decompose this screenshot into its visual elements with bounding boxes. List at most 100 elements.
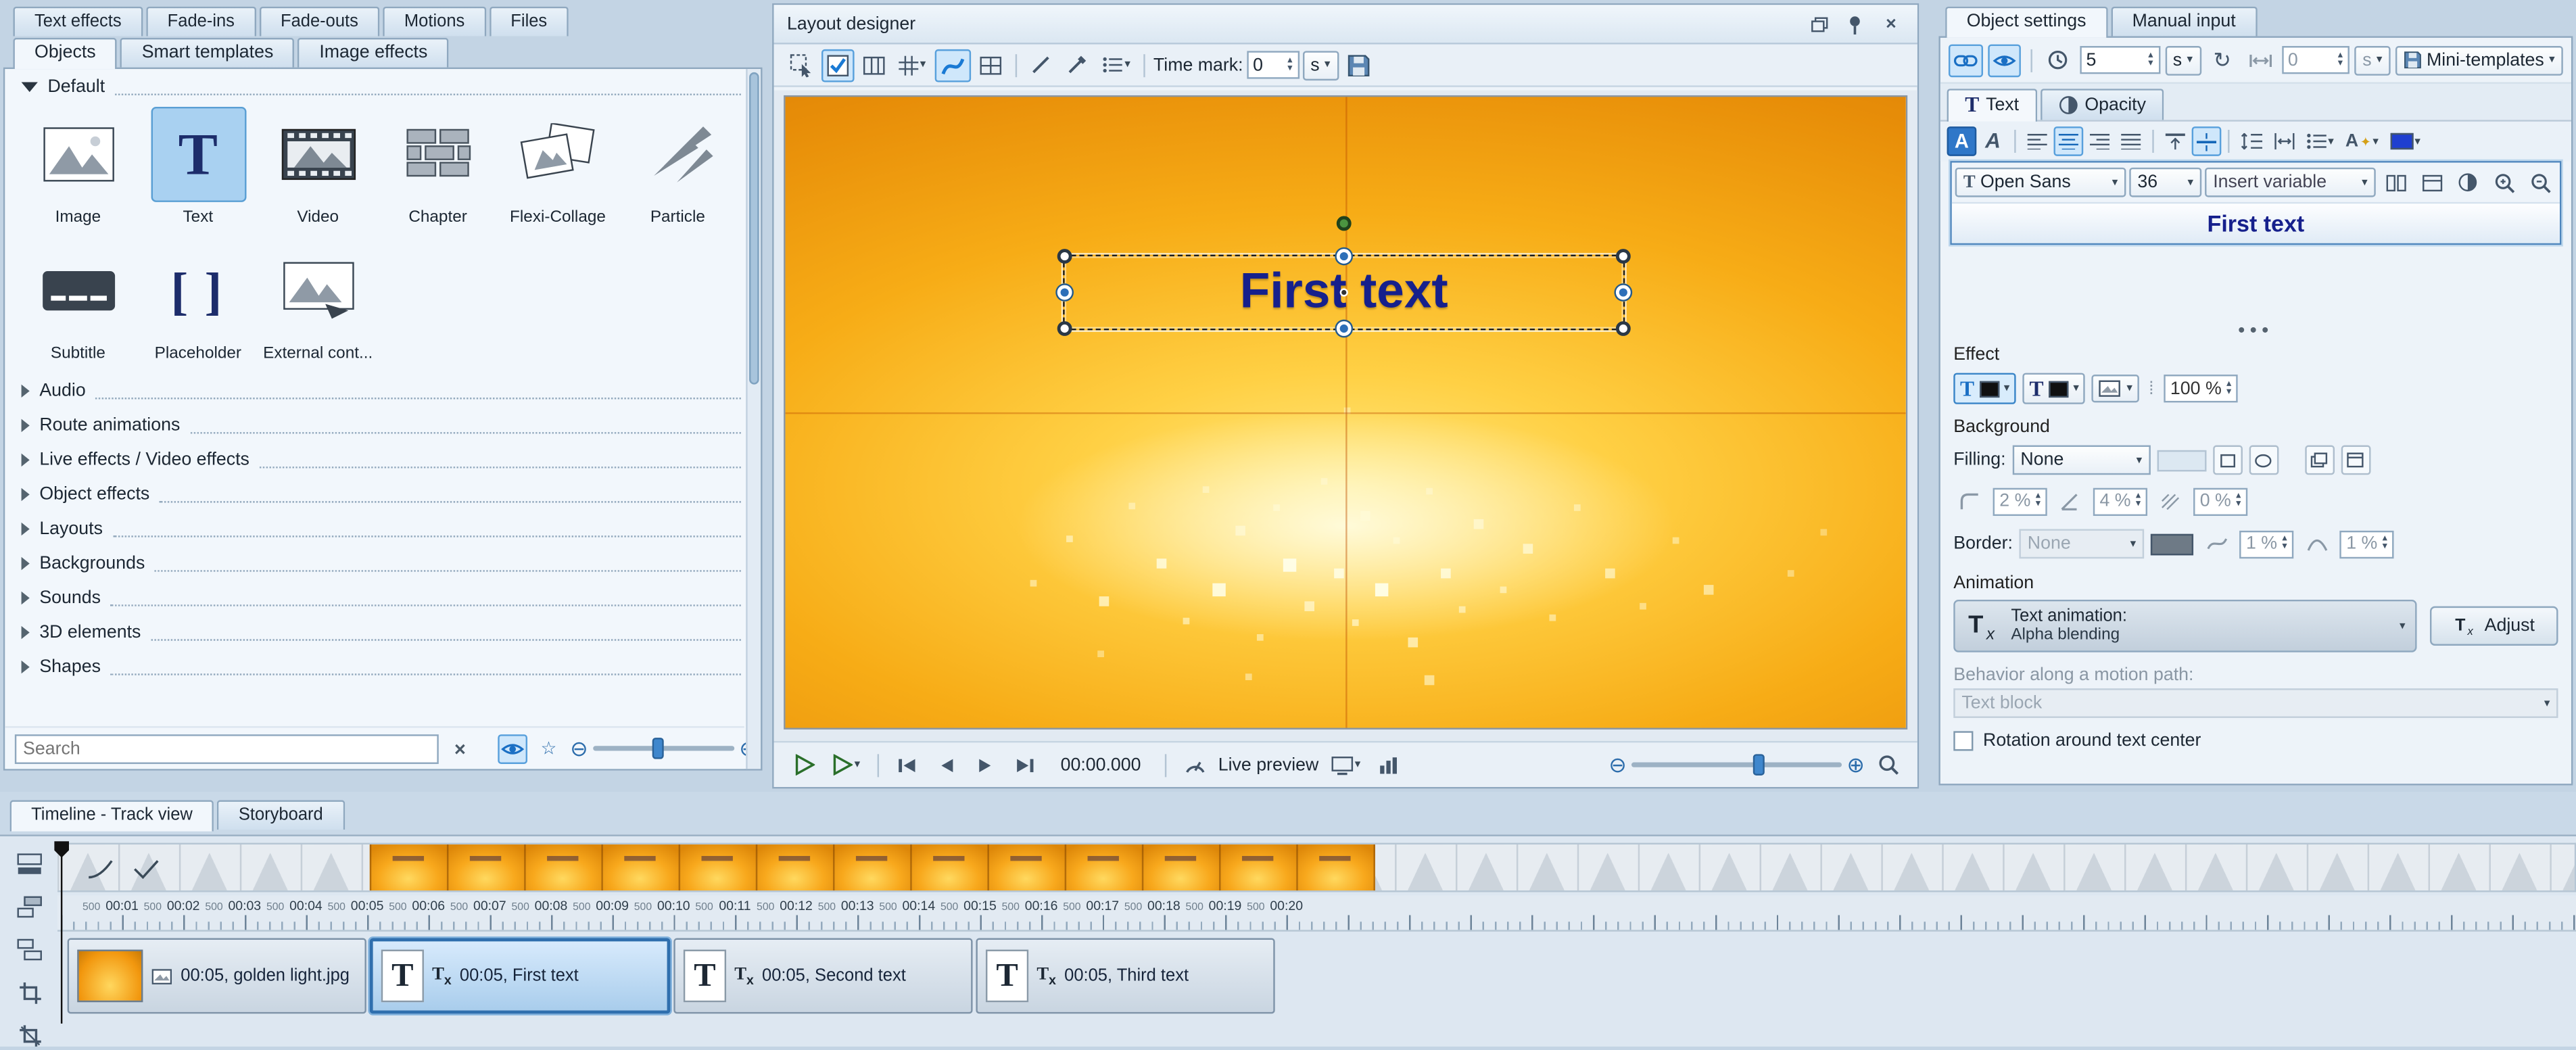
tab-motions[interactable]: Motions [383, 7, 486, 37]
curve-path-icon[interactable] [934, 49, 970, 82]
tab-storyboard[interactable]: Storyboard [217, 800, 344, 830]
fade-out-curve-icon[interactable] [133, 859, 160, 879]
text-object-selection[interactable]: First text [1063, 255, 1625, 331]
splitter-handle[interactable]: ••• [1940, 324, 2571, 337]
playhead[interactable] [61, 843, 62, 1024]
rotation-handle[interactable] [1337, 216, 1352, 231]
section-layouts[interactable]: Layouts [5, 511, 761, 546]
border-dropdown[interactable]: None▾ [2020, 529, 2145, 558]
object-external-content[interactable]: External cont... [258, 243, 378, 363]
duration-unit-dropdown[interactable]: s▾ [2165, 45, 2201, 75]
valign-top-button[interactable] [2160, 126, 2190, 156]
clip-first-text[interactable]: T Tx 00:05, First text [370, 938, 671, 1014]
zoom-fit-icon[interactable] [1871, 748, 1905, 782]
grid-icon[interactable]: ▾ [894, 49, 931, 82]
valign-middle-button[interactable] [2192, 126, 2222, 156]
section-default[interactable]: Default [5, 69, 761, 103]
tab-text-effects[interactable]: Text effects [13, 7, 143, 37]
subtab-text[interactable]: T Text [1947, 89, 2037, 122]
duplicate-track-icon[interactable] [11, 935, 47, 965]
borders-grid-icon[interactable] [974, 49, 1007, 82]
text-content[interactable]: First text [2208, 210, 2305, 237]
swap-layout-icon[interactable] [2379, 166, 2412, 199]
restore-window-icon[interactable] [1806, 11, 1832, 36]
align-left-button[interactable] [2022, 126, 2052, 156]
section-3d-elements[interactable]: 3D elements [5, 615, 761, 649]
text-animation-dropdown[interactable]: T x Text animation: Alpha blending ▾ [1953, 600, 2416, 652]
effect-opacity-spinner[interactable]: 100 % ▴▾ [2164, 375, 2238, 402]
spinner-arrows-icon[interactable]: ▴▾ [2148, 52, 2153, 68]
slope-spinner[interactable]: 4 %▴▾ [2093, 487, 2147, 515]
list-style-button[interactable]: ▾ [2301, 126, 2339, 156]
slider-thumb[interactable] [652, 738, 663, 759]
play-icon[interactable] [787, 748, 820, 782]
offset-spinner[interactable]: 0 ▴▾ [2281, 46, 2350, 74]
filling-color-swatch[interactable] [2157, 450, 2206, 471]
italic-button[interactable]: A [1978, 126, 2008, 156]
text-fill-style-button[interactable]: T ▾ [1953, 373, 2016, 404]
pin-window-icon[interactable] [1842, 11, 1868, 36]
statistics-chart-icon[interactable] [1372, 748, 1405, 782]
scrollbar-thumb[interactable] [749, 72, 759, 385]
section-route-animations[interactable]: Route animations [5, 408, 761, 442]
object-chapter[interactable]: Chapter [378, 107, 498, 226]
subtab-opacity[interactable]: Opacity [2041, 89, 2164, 120]
object-particle[interactable]: Particle [618, 107, 738, 226]
crop-icon[interactable] [12, 978, 47, 1007]
save-icon[interactable] [1341, 49, 1375, 82]
text-layout-icon[interactable] [2415, 166, 2448, 199]
tab-timeline-track-view[interactable]: Timeline - Track view [10, 800, 214, 831]
handle-top-right[interactable] [1616, 249, 1631, 264]
section-backgrounds[interactable]: Backgrounds [5, 546, 761, 580]
text-effects-button[interactable]: A✦▾ [2341, 126, 2384, 156]
thumbnail-zoom-slider[interactable]: ⊖ ⊕ [570, 738, 757, 759]
razor-cut-icon[interactable] [12, 1020, 47, 1050]
layout-columns-icon[interactable] [857, 49, 890, 82]
tab-fade-ins[interactable]: Fade-ins [146, 7, 256, 37]
step-forward-icon[interactable] [969, 748, 1002, 782]
border-width-spinner[interactable]: 1 %▴▾ [2239, 530, 2293, 558]
monitor-icon[interactable]: ▾ [1325, 748, 1366, 782]
handle-top-center[interactable] [1337, 249, 1352, 264]
border-color-swatch[interactable] [2151, 533, 2193, 555]
select-tool-icon[interactable] [784, 49, 818, 82]
spinner-arrows-icon[interactable]: ▴▾ [2226, 381, 2231, 397]
slider-thumb[interactable] [1753, 754, 1765, 775]
section-object-effects[interactable]: Object effects [5, 477, 761, 511]
loop-refresh-icon[interactable]: ↻ [2205, 43, 2239, 76]
tab-image-effects[interactable]: Image effects [298, 38, 449, 68]
object-video[interactable]: Video [258, 107, 378, 226]
toolbox-scrollbar[interactable] [746, 69, 761, 769]
tab-objects[interactable]: Objects [13, 38, 117, 69]
font-size-dropdown[interactable]: 36▾ [2129, 168, 2201, 197]
time-mark-spinner[interactable]: 0 ▴▾ [1246, 51, 1299, 78]
layers-icon[interactable] [11, 892, 47, 922]
spinner-arrows-icon[interactable]: ▴▾ [2338, 52, 2343, 68]
zoom-out-icon[interactable]: ⊖ [570, 738, 588, 759]
object-placeholder[interactable]: [] Placeholder [138, 243, 258, 363]
motion-path-dropdown[interactable]: Text block▾ [1953, 688, 2558, 718]
contrast-icon[interactable] [2452, 166, 2485, 199]
text-edit-area[interactable]: First text [1952, 204, 2560, 243]
line-spacing-button[interactable] [2236, 126, 2267, 156]
visibility-eye-icon[interactable] [1988, 43, 2021, 76]
handle-middle-left[interactable] [1057, 285, 1072, 300]
text-color-swatch[interactable]: ▾ [2385, 126, 2426, 156]
live-preview-gauge-icon[interactable] [1178, 748, 1212, 782]
skip-to-end-icon[interactable] [1008, 748, 1041, 782]
handle-bottom-right[interactable] [1616, 321, 1631, 336]
object-text[interactable]: T Text [138, 107, 258, 226]
list-options-icon[interactable]: ▾ [1097, 49, 1135, 82]
clip-golden-light[interactable]: 00:05, golden light.jpg [68, 938, 366, 1014]
section-sounds[interactable]: Sounds [5, 580, 761, 615]
border-blur-spinner[interactable]: 1 %▴▾ [2339, 530, 2393, 558]
text-outline-style-button[interactable]: T ▾ [2023, 373, 2086, 404]
zoom-out-icon[interactable]: ⊖ [1608, 754, 1627, 775]
font-color-button[interactable]: A [1947, 126, 1977, 156]
clear-search-icon[interactable]: × [446, 734, 475, 763]
diagonal-line-icon[interactable] [1024, 49, 1057, 82]
ellipse-shape-button[interactable] [2249, 446, 2279, 475]
step-back-icon[interactable] [929, 748, 962, 782]
preview-eye-icon[interactable] [498, 734, 527, 763]
handle-middle-right[interactable] [1616, 285, 1631, 300]
